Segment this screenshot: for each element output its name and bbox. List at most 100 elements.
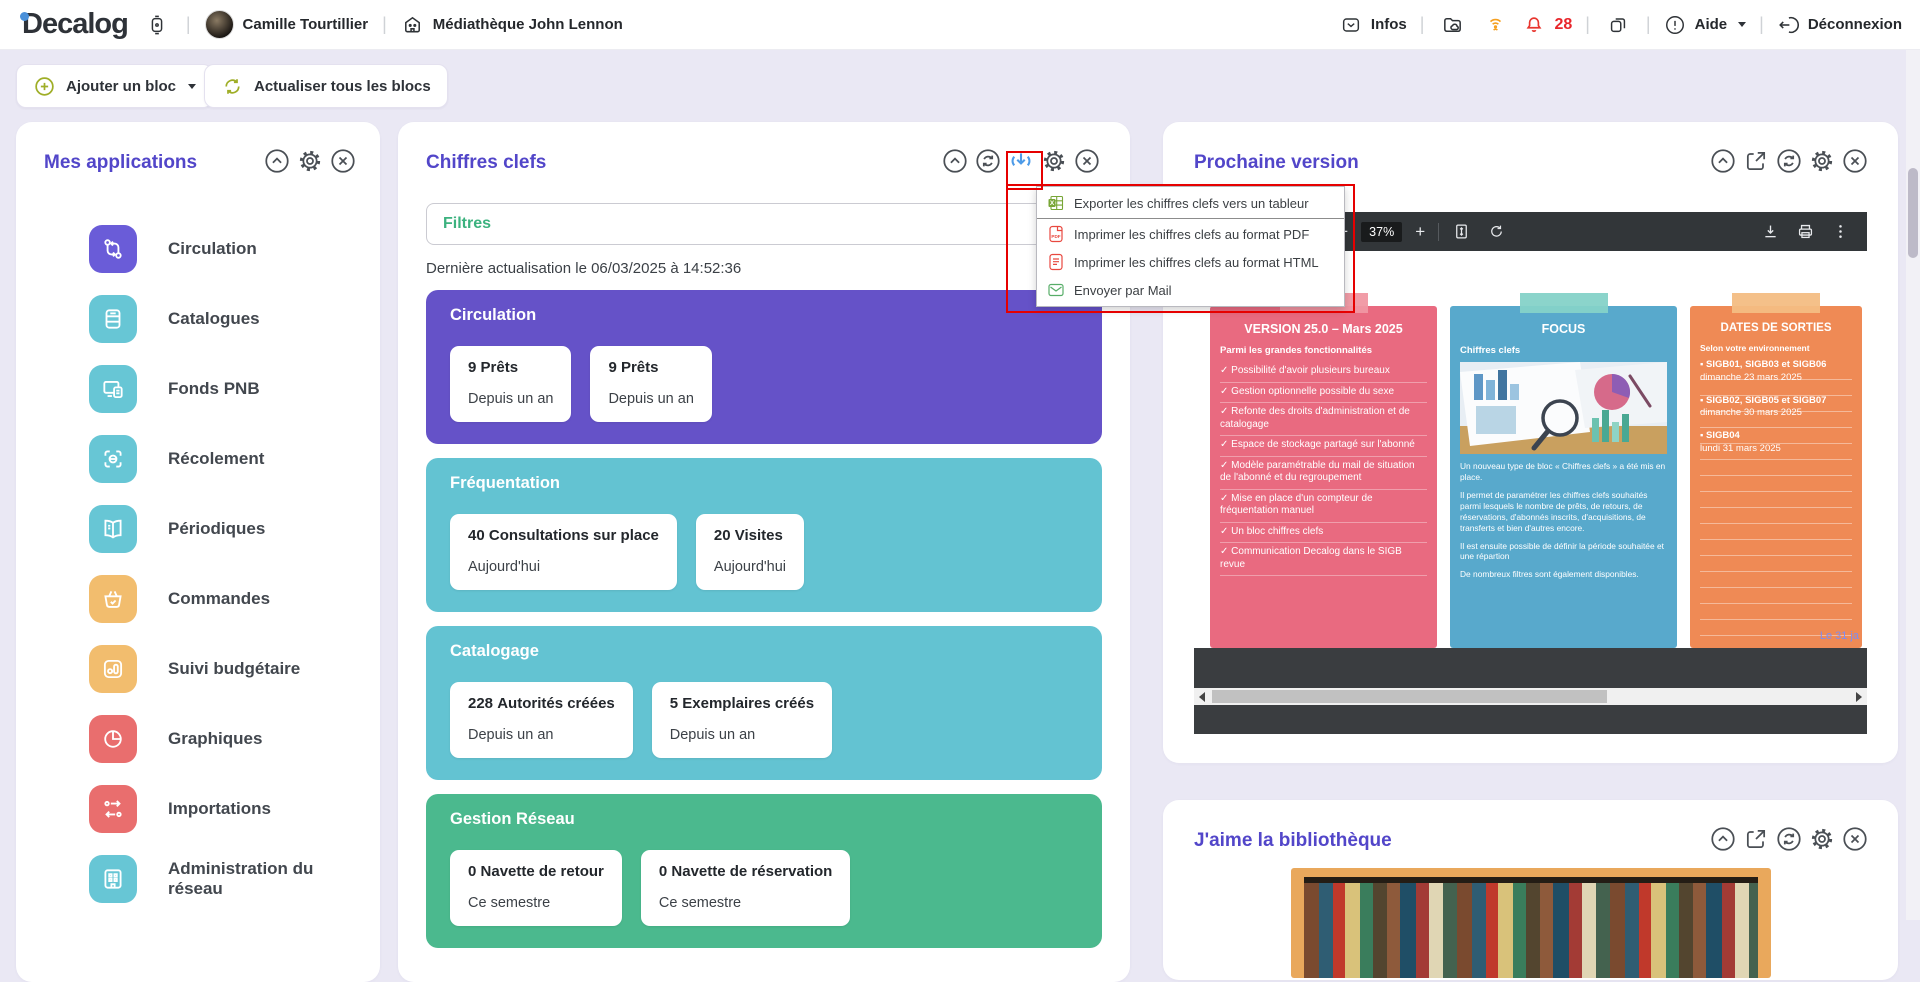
notifications-button[interactable]: 28: [1523, 14, 1572, 36]
divider: [1438, 223, 1439, 241]
fit-page-icon[interactable]: [1448, 219, 1474, 245]
sidebar-item-periodiques[interactable]: Périodiques: [16, 494, 380, 564]
gear-icon[interactable]: [1039, 146, 1069, 176]
copy-link-icon[interactable]: [1603, 10, 1633, 40]
section-circulation: Circulation 9 Prêts Depuis un an 9 Prêts…: [426, 290, 1102, 444]
zoom-in-icon[interactable]: +: [1411, 222, 1429, 242]
ruled-lines: [1700, 364, 1852, 638]
section-gestion-reseau: Gestion Réseau 0 Navette de retour Ce se…: [426, 794, 1102, 948]
tape-decoration: [1732, 293, 1820, 313]
aide-menu[interactable]: Aide: [1664, 14, 1747, 36]
stat-card: 20 Visites Aujourd'hui: [696, 514, 804, 590]
my-applications-panel: Mes applications Circulation Catalogues …: [16, 122, 380, 982]
key-figures-panel: Chiffres clefs Filtres Dernière actualis…: [398, 122, 1130, 982]
pdf-zoom-level[interactable]: 37%: [1361, 222, 1402, 242]
logout-button[interactable]: Déconnexion: [1777, 14, 1902, 36]
stat-card: 228 Autorités créées Depuis un an: [450, 682, 633, 758]
scrollbar-thumb[interactable]: [1212, 690, 1607, 703]
close-icon[interactable]: [1840, 146, 1870, 176]
divider: |: [1420, 14, 1425, 35]
sidebar-item-importations[interactable]: Importations: [16, 774, 380, 844]
sidebar-item-catalogues[interactable]: Catalogues: [16, 284, 380, 354]
gear-icon[interactable]: [1807, 146, 1837, 176]
menu-item-print-html[interactable]: Imprimer les chiffres clefs au format HT…: [1037, 248, 1344, 276]
book-icon: [89, 295, 137, 343]
page-scrollbar[interactable]: [1906, 50, 1920, 920]
collapse-icon[interactable]: [1708, 824, 1738, 854]
tape-decoration: [1520, 293, 1608, 313]
filters-accordion[interactable]: Filtres: [426, 203, 1102, 245]
open-book-icon: [89, 505, 137, 553]
user-menu[interactable]: Camille Tourtillier: [205, 10, 369, 39]
panel-title: Prochaine version: [1194, 152, 1359, 174]
refresh-block-icon[interactable]: [1774, 146, 1804, 176]
library-selector[interactable]: Médiathèque John Lennon: [401, 13, 623, 36]
export-dropdown-menu: X Exporter les chiffres clefs vers un ta…: [1036, 186, 1345, 307]
menu-item-send-mail[interactable]: Envoyer par Mail: [1037, 276, 1344, 304]
folder-cloud-icon[interactable]: [1437, 10, 1467, 40]
broadcast-icon[interactable]: [1480, 10, 1510, 40]
collapse-icon[interactable]: [940, 146, 970, 176]
divider: |: [1585, 14, 1590, 35]
avatar: [205, 10, 234, 39]
refresh-block-icon[interactable]: [1774, 824, 1804, 854]
bar-chart-icon: [89, 645, 137, 693]
scroll-left-arrow-icon[interactable]: [1199, 692, 1205, 702]
top-header: Decalog | Camille Tourtillier | Médiathè…: [0, 0, 1920, 50]
scrollbar-thumb[interactable]: [1908, 168, 1918, 258]
open-external-icon[interactable]: [1741, 146, 1771, 176]
sidebar-item-commandes[interactable]: Commandes: [16, 564, 380, 634]
caret-down-icon: [1738, 22, 1746, 27]
decalog-logo[interactable]: Decalog: [18, 8, 128, 41]
plus-circle-icon: [33, 75, 56, 98]
panel-title: Chiffres clefs: [426, 152, 546, 174]
focus-image: [1460, 362, 1667, 454]
refresh-block-icon[interactable]: [973, 146, 1003, 176]
scroll-right-arrow-icon[interactable]: [1856, 692, 1862, 702]
menu-item-export-spreadsheet[interactable]: X Exporter les chiffres clefs vers un ta…: [1037, 189, 1344, 217]
refresh-all-blocks-button[interactable]: Actualiser tous les blocs: [204, 64, 448, 108]
rotate-icon[interactable]: [1483, 219, 1509, 245]
collapse-icon[interactable]: [1708, 146, 1738, 176]
library-name: Médiathèque John Lennon: [433, 16, 623, 33]
divider: |: [382, 14, 387, 35]
sidebar-item-graphiques[interactable]: Graphiques: [16, 704, 380, 774]
close-icon[interactable]: [1840, 824, 1870, 854]
logout-icon: [1777, 14, 1799, 36]
devices-icon: [89, 365, 137, 413]
gear-icon[interactable]: [295, 146, 325, 176]
sidebar-item-circulation[interactable]: Circulation: [16, 214, 380, 284]
newsletter-version-card: VERSION 25.0 – Mars 2025 Parmi les grand…: [1210, 306, 1437, 648]
import-icon: [89, 785, 137, 833]
sidebar-item-administration-reseau[interactable]: Administration du réseau: [16, 844, 380, 914]
add-block-button[interactable]: Ajouter un bloc: [16, 64, 213, 108]
section-catalogage: Catalogage 228 Autorités créées Depuis u…: [426, 626, 1102, 780]
open-external-icon[interactable]: [1741, 824, 1771, 854]
print-icon[interactable]: [1792, 219, 1818, 245]
device-icon[interactable]: [142, 10, 172, 40]
sidebar-item-suivi-budgetaire[interactable]: Suivi budgétaire: [16, 634, 380, 704]
more-options-icon[interactable]: [1827, 219, 1853, 245]
pdf-horizontal-scrollbar[interactable]: [1194, 688, 1867, 705]
building-icon: [89, 855, 137, 903]
stat-card: 0 Navette de retour Ce semestre: [450, 850, 622, 926]
collapse-icon[interactable]: [262, 146, 292, 176]
pdf-page: VERSION 25.0 – Mars 2025 Parmi les grand…: [1194, 251, 1867, 648]
sidebar-item-fonds-pnb[interactable]: Fonds PNB: [16, 354, 380, 424]
close-icon[interactable]: [328, 146, 358, 176]
stat-card: 9 Prêts Depuis un an: [590, 346, 711, 422]
basket-icon: [89, 575, 137, 623]
download-icon[interactable]: [1757, 219, 1783, 245]
infos-button[interactable]: Infos: [1340, 14, 1407, 36]
pdf-icon: PDF: [1047, 225, 1065, 243]
gear-icon[interactable]: [1807, 824, 1837, 854]
divider: |: [1646, 14, 1651, 35]
bell-icon: [1523, 14, 1545, 36]
export-download-icon[interactable]: [1006, 146, 1036, 176]
close-icon[interactable]: [1072, 146, 1102, 176]
stat-card: 0 Navette de réservation Ce semestre: [641, 850, 850, 926]
menu-item-print-pdf[interactable]: PDF Imprimer les chiffres clefs au forma…: [1037, 220, 1344, 248]
newsletter-footer-link[interactable]: Le 31 ja: [1820, 630, 1859, 642]
sidebar-item-recolement[interactable]: Récolement: [16, 424, 380, 494]
library-building-icon: [401, 13, 424, 36]
